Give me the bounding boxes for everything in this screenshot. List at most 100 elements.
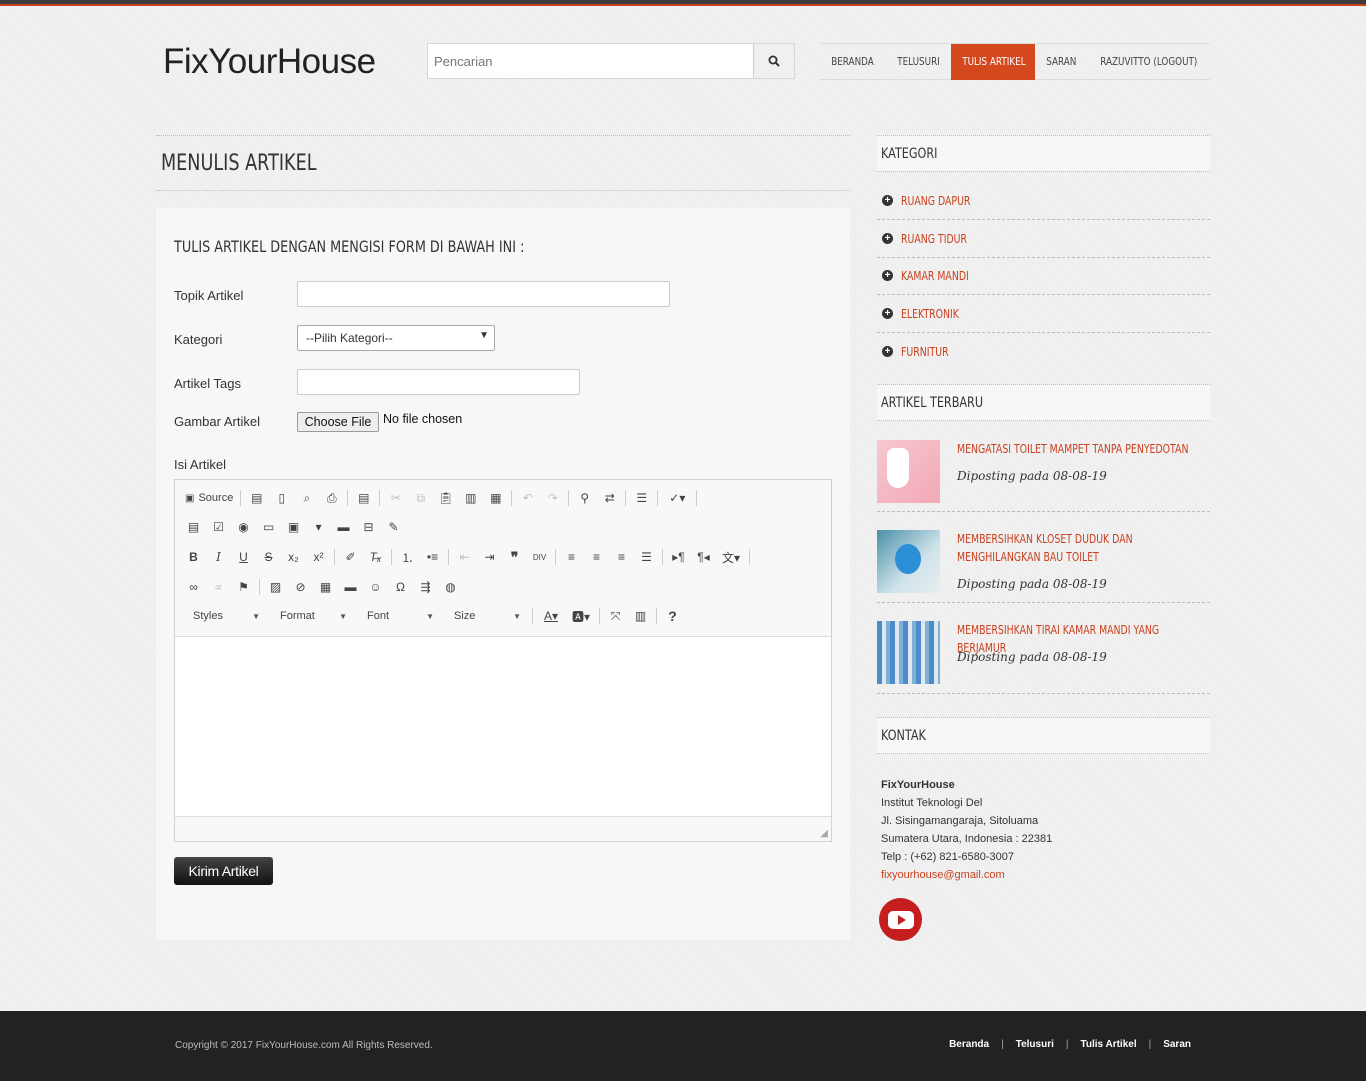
post-title[interactable]: MEMBERSIHKAN KLOSET DUDUK DAN MENGHILANG… — [957, 530, 1199, 566]
cut-icon[interactable]: ✂ — [383, 487, 408, 509]
paste-text-icon[interactable]: ▥ — [458, 487, 483, 509]
recent-post[interactable]: MEMBERSIHKAN TIRAI KAMAR MANDI YANG BERJ… — [877, 621, 1210, 694]
copy-icon[interactable]: ⧉ — [408, 487, 433, 509]
kategori-select[interactable]: --Pilih Kategori-- ▼ — [297, 325, 495, 351]
numbered-list-icon[interactable]: ⒈ — [395, 546, 420, 568]
link-icon[interactable]: ∞ — [181, 576, 206, 598]
post-title[interactable]: MENGATASI TOILET MAMPET TANPA PENYEDOTAN — [957, 440, 1199, 458]
anchor-icon[interactable]: ⚑ — [231, 576, 256, 598]
site-logo[interactable]: FixYourHouse — [163, 42, 376, 82]
show-blocks-icon[interactable]: ▥ — [628, 605, 653, 627]
search-input[interactable] — [428, 44, 754, 78]
recent-post[interactable]: MENGATASI TOILET MAMPET TANPA PENYEDOTAN… — [877, 440, 1210, 512]
post-thumbnail[interactable] — [877, 440, 940, 503]
background-color-icon[interactable]: 🅰︎▾ — [566, 605, 596, 627]
size-dropdown[interactable]: Size ▼ — [442, 605, 529, 627]
page-break-icon[interactable]: ⇶ — [413, 576, 438, 598]
category-item[interactable]: + KAMAR MANDI — [877, 257, 1210, 295]
templates-icon[interactable]: ▤ — [351, 487, 376, 509]
radio-icon[interactable]: ◉ — [231, 516, 256, 538]
styles-dropdown[interactable]: Styles ▼ — [181, 605, 268, 627]
new-page-icon[interactable]: ▯ — [269, 487, 294, 509]
form-icon[interactable]: ▤ — [181, 516, 206, 538]
category-link[interactable]: RUANG TIDUR — [901, 232, 967, 246]
horizontal-line-icon[interactable]: ▬ — [338, 576, 363, 598]
redo-icon[interactable]: ↷ — [540, 487, 565, 509]
source-button[interactable]: ▣ Source — [181, 487, 237, 509]
underline-icon[interactable]: U — [231, 546, 256, 568]
textfield-icon[interactable]: ▭ — [256, 516, 281, 538]
category-item[interactable]: + RUANG DAPUR — [877, 182, 1210, 220]
smiley-icon[interactable]: ☺ — [363, 576, 388, 598]
category-item[interactable]: + ELEKTRONIK — [877, 295, 1210, 333]
bold-icon[interactable]: B — [181, 546, 206, 568]
maximize-icon[interactable]: ⤧ — [603, 605, 628, 627]
text-rtl-icon[interactable]: ¶◂ — [691, 546, 716, 568]
category-link[interactable]: RUANG DAPUR — [901, 194, 970, 208]
contact-email[interactable]: fixyourhouse@gmail.com — [881, 866, 1052, 884]
save-icon[interactable]: ▤ — [244, 487, 269, 509]
recent-post[interactable]: MEMBERSIHKAN KLOSET DUDUK DAN MENGHILANG… — [877, 530, 1210, 603]
preview-icon[interactable]: ⌕ — [294, 487, 319, 509]
paste-word-icon[interactable]: ▦ — [483, 487, 508, 509]
table-icon[interactable]: ▦ — [313, 576, 338, 598]
blockquote-icon[interactable]: ❞ — [502, 546, 527, 568]
unlink-icon[interactable]: ∝ — [206, 576, 231, 598]
remove-format-icon[interactable]: T̶ₓ — [363, 546, 388, 568]
tags-input[interactable] — [297, 369, 580, 395]
nav-logout[interactable]: RAZUVITTO (LOGOUT) — [1089, 44, 1210, 80]
nav-saran[interactable]: SARAN — [1035, 44, 1089, 80]
print-icon[interactable]: ⎙ — [319, 487, 344, 509]
resize-handle-icon[interactable]: ◢ — [820, 828, 828, 839]
checkbox-icon[interactable]: ☑ — [206, 516, 231, 538]
strikethrough-icon[interactable]: S — [256, 546, 281, 568]
footer-link-saran[interactable]: Saran — [1163, 1039, 1191, 1050]
image-icon[interactable]: ▨ — [263, 576, 288, 598]
category-link[interactable]: ELEKTRONIK — [901, 307, 959, 321]
align-justify-icon[interactable]: ☰ — [634, 546, 659, 568]
footer-link-telusuri[interactable]: Telusuri — [1016, 1039, 1054, 1050]
flash-icon[interactable]: ⊘ — [288, 576, 313, 598]
textarea-icon[interactable]: ▣ — [281, 516, 306, 538]
hidden-field-icon[interactable]: ✎ — [381, 516, 406, 538]
spellcheck-icon[interactable]: ✓▾ — [661, 487, 693, 509]
post-thumbnail[interactable] — [877, 621, 940, 684]
button-field-icon[interactable]: ▬ — [331, 516, 356, 538]
category-link[interactable]: FURNITUR — [901, 345, 949, 359]
category-item[interactable]: + FURNITUR — [877, 333, 1210, 371]
editor-content-area[interactable] — [175, 636, 831, 817]
search-button[interactable] — [753, 44, 794, 78]
outdent-icon[interactable]: ⇤ — [452, 546, 477, 568]
text-color-icon[interactable]: A▾ — [536, 605, 566, 627]
paste-icon[interactable]: 📋︎ — [433, 487, 458, 509]
footer-link-beranda[interactable]: Beranda — [949, 1039, 989, 1050]
nav-beranda[interactable]: BERANDA — [820, 44, 886, 80]
category-link[interactable]: KAMAR MANDI — [901, 269, 969, 283]
help-icon[interactable]: ? — [660, 605, 685, 627]
undo-icon[interactable]: ↶ — [515, 487, 540, 509]
special-char-icon[interactable]: Ω — [388, 576, 413, 598]
align-left-icon[interactable]: ≡ — [559, 546, 584, 568]
nav-tulis-artikel[interactable]: TULIS ARTIKEL — [951, 44, 1035, 80]
select-field-icon[interactable]: ▾ — [306, 516, 331, 538]
indent-icon[interactable]: ⇥ — [477, 546, 502, 568]
youtube-icon[interactable] — [879, 898, 922, 941]
italic-icon[interactable]: I — [206, 546, 231, 568]
copy-format-icon[interactable]: ✐ — [338, 546, 363, 568]
category-item[interactable]: + RUANG TIDUR — [877, 220, 1210, 258]
language-icon[interactable]: 文▾ — [716, 546, 746, 568]
align-right-icon[interactable]: ≡ — [609, 546, 634, 568]
align-center-icon[interactable]: ≡ — [584, 546, 609, 568]
subscript-icon[interactable]: x₂ — [281, 546, 306, 568]
replace-icon[interactable]: ⇄ — [597, 487, 622, 509]
format-dropdown[interactable]: Format ▼ — [268, 605, 355, 627]
footer-link-tulis-artikel[interactable]: Tulis Artikel — [1080, 1039, 1136, 1050]
iframe-icon[interactable]: ◍ — [438, 576, 463, 598]
image-button-icon[interactable]: ⊟ — [356, 516, 381, 538]
select-all-icon[interactable]: ☰ — [629, 487, 654, 509]
div-container-icon[interactable]: DIV — [527, 546, 552, 568]
superscript-icon[interactable]: x² — [306, 546, 331, 568]
topik-input[interactable] — [297, 281, 670, 307]
text-ltr-icon[interactable]: ▸¶ — [666, 546, 691, 568]
font-dropdown[interactable]: Font ▼ — [355, 605, 442, 627]
